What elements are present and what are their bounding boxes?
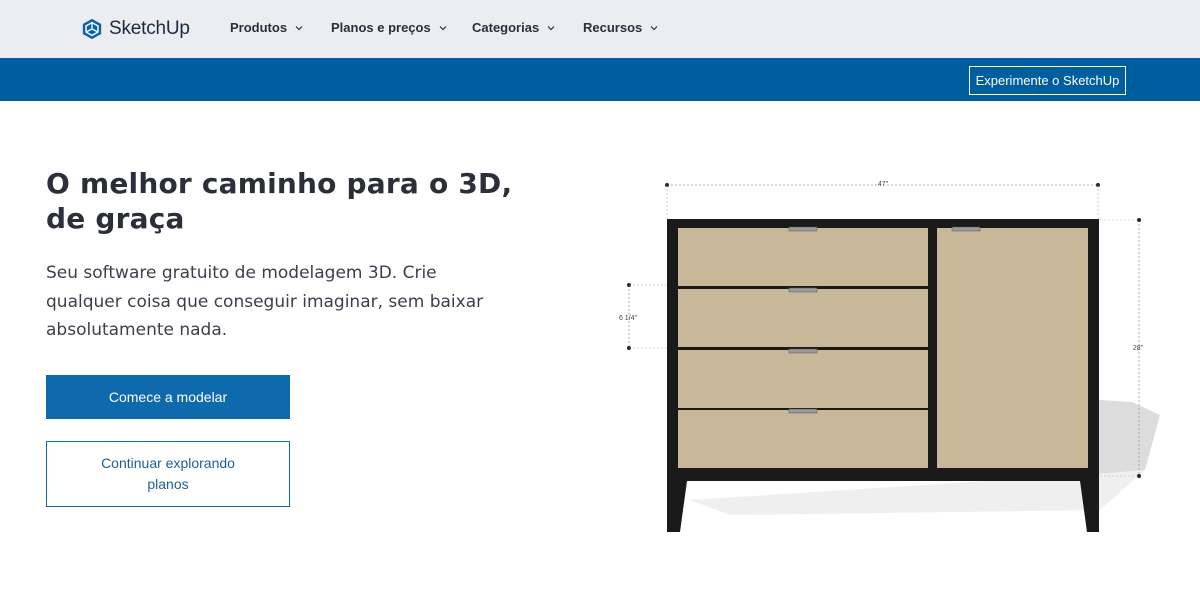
nav-categorias[interactable]: Categorias [472, 20, 555, 35]
hero-subtitle: Seu software gratuito de modelagem 3D. C… [46, 263, 484, 340]
cabinet-leg-left [667, 481, 687, 532]
hero-title-line-2: de graça [46, 202, 185, 235]
chevron-down-icon [295, 25, 303, 30]
cabinet-drawing: 47" 28" 6 1/4" [619, 181, 1160, 532]
chevron-down-icon [547, 25, 555, 30]
hero-title-line-1: O melhor caminho para o 3D, [46, 167, 513, 200]
height-dimension-label: 28" [1133, 345, 1144, 352]
nav-label: Recursos [583, 20, 643, 35]
drawer-handle [788, 226, 818, 232]
hero-title: O melhor caminho para o 3D, de graça [46, 166, 516, 236]
drawer-dimension-label: 6 1/4" [619, 315, 638, 322]
nav-recursos[interactable]: Recursos [583, 20, 658, 35]
sketchup-logo[interactable]: SketchUp [81, 17, 190, 41]
drawer-4 [678, 410, 928, 468]
nav-planos-e-precos[interactable]: Planos e preços [331, 20, 447, 35]
door-handle [951, 226, 981, 232]
explore-plans-button[interactable]: Continuar explorando planos [46, 441, 290, 507]
drawer-2 [678, 289, 928, 347]
width-dimension-label: 47" [878, 181, 889, 188]
drawer-1 [678, 228, 928, 286]
drawer-handle [788, 348, 818, 354]
nav-produtos[interactable]: Produtos [230, 20, 303, 35]
try-sketchup-button[interactable]: Experimente o SketchUp [969, 66, 1126, 95]
drawer-handle [788, 408, 818, 414]
nav-label: Planos e preços [331, 20, 431, 35]
nav-label: Categorias [472, 20, 540, 35]
drawer-handle [788, 287, 818, 293]
cabinet-door [937, 228, 1088, 468]
cabinet-shadow [1095, 400, 1160, 475]
chevron-down-icon [439, 25, 447, 30]
top-navigation: SketchUp Produtos Planos e preços Catego… [0, 0, 1200, 58]
cabinet-illustration: 47" 28" 6 1/4" [600, 170, 1180, 550]
brand-name: SketchUp [109, 18, 190, 39]
sketchup-logo-icon [82, 18, 102, 40]
start-modeling-button[interactable]: Comece a modelar [46, 375, 290, 419]
drawer-3 [678, 350, 928, 408]
chevron-down-icon [650, 25, 658, 30]
nav-label: Produtos [230, 20, 288, 35]
